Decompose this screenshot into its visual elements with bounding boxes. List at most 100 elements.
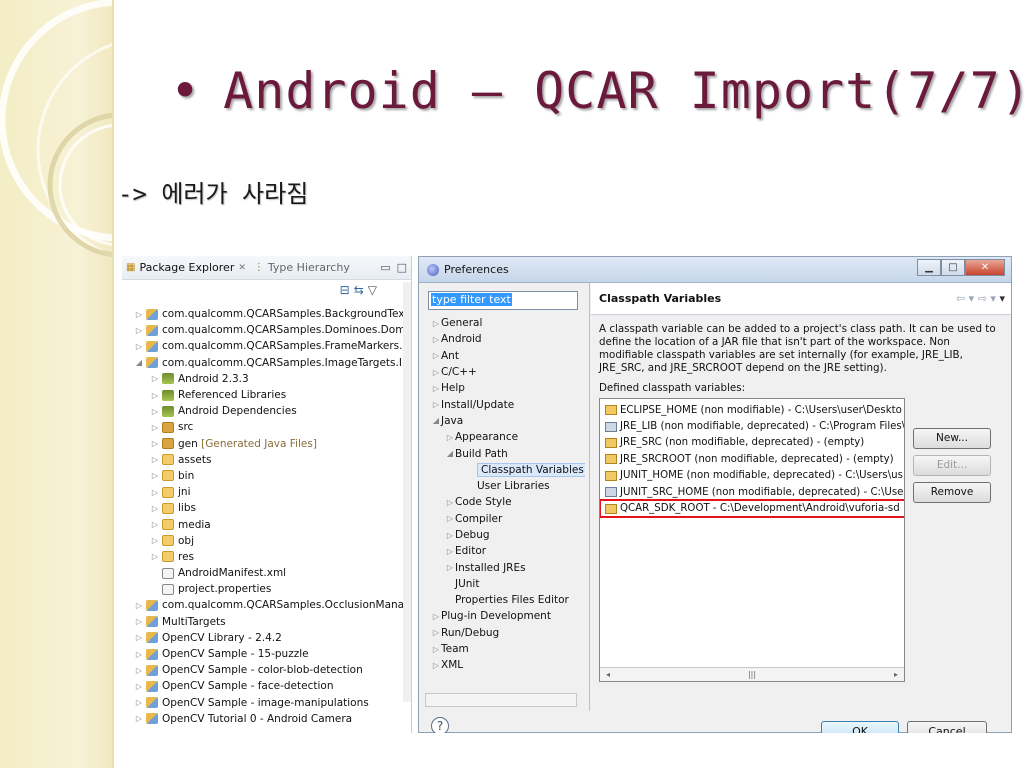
collapse-icon[interactable]: ◢ xyxy=(134,358,144,367)
minimize-icon[interactable]: ▭ xyxy=(380,261,390,274)
pane-divider[interactable] xyxy=(589,283,590,711)
maximize-icon[interactable]: □ xyxy=(397,261,407,274)
expand-icon[interactable]: ▷ xyxy=(445,514,455,523)
tree-item-java[interactable]: ◢ Java xyxy=(431,413,585,429)
tree-item-android[interactable]: ▷ Android xyxy=(431,331,585,347)
expand-icon[interactable]: ▷ xyxy=(431,319,441,328)
cancel-button[interactable]: Cancel xyxy=(907,721,987,733)
expand-icon[interactable]: ▷ xyxy=(431,351,441,360)
expand-icon[interactable]: ▷ xyxy=(431,612,441,621)
tree-item-debug[interactable]: ▷ Debug xyxy=(431,527,585,543)
vertical-scrollbar[interactable] xyxy=(403,282,411,702)
expand-icon[interactable]: ▷ xyxy=(134,682,144,691)
collapse-all-icon[interactable]: ⊟ xyxy=(340,283,350,297)
tree-item[interactable]: ▷ OpenCV Sample - face-detection xyxy=(122,678,404,694)
tree-item-classpath-variables[interactable]: Classpath Variables xyxy=(431,462,585,478)
expand-icon[interactable]: ▷ xyxy=(431,400,441,409)
expand-icon[interactable]: ▷ xyxy=(134,698,144,707)
tree-item-build-path[interactable]: ◢ Build Path xyxy=(431,445,585,461)
tree-item[interactable]: ▷ Android 2.3.3 xyxy=(122,371,404,387)
tree-item[interactable]: ▷ bin xyxy=(122,468,404,484)
filter-field[interactable]: type filter text xyxy=(428,291,578,310)
tree-item[interactable]: ▷ com.qualcomm.QCARSamples.FrameMarkers.F… xyxy=(122,338,404,354)
list-item-qcar-sdk-root[interactable]: QCAR_SDK_ROOT - C:\Development\Android\v… xyxy=(600,499,904,518)
ok-button[interactable]: OK xyxy=(821,721,899,733)
tree-item-junit[interactable]: JUnit xyxy=(431,576,585,592)
back-arrow-icon[interactable]: ⇦ ▾ xyxy=(956,292,974,305)
tree-item[interactable]: ▷ OpenCV Sample - image-manipulations xyxy=(122,695,404,711)
tree-item-general[interactable]: ▷ General xyxy=(431,315,585,331)
tree-item-run-debug[interactable]: ▷ Run/Debug xyxy=(431,625,585,641)
help-icon[interactable]: ? xyxy=(431,717,449,733)
expand-icon[interactable]: ▷ xyxy=(431,368,441,377)
tree-item[interactable]: ◢ com.qualcomm.QCARSamples.ImageTargets.I… xyxy=(122,355,404,371)
tree-item-plugin-dev[interactable]: ▷ Plug-in Development xyxy=(431,608,585,624)
expand-icon[interactable]: ▷ xyxy=(431,384,441,393)
tree-item[interactable]: ▷ media xyxy=(122,516,404,532)
expand-icon[interactable]: ▷ xyxy=(150,520,160,529)
collapse-icon[interactable]: ◢ xyxy=(445,449,455,458)
expand-icon[interactable]: ▷ xyxy=(150,374,160,383)
tree-item[interactable]: ▷ OpenCV Library - 2.4.2 xyxy=(122,630,404,646)
tree-item-installed-jres[interactable]: ▷ Installed JREs xyxy=(431,559,585,575)
forward-arrow-icon[interactable]: ⇨ ▾ xyxy=(978,292,996,305)
expand-icon[interactable]: ▷ xyxy=(150,488,160,497)
tree-item[interactable]: ▷ src xyxy=(122,419,404,435)
list-item[interactable]: JRE_SRCROOT (non modifiable, deprecated)… xyxy=(600,451,904,467)
tree-item-appearance[interactable]: ▷ Appearance xyxy=(431,429,585,445)
tree-item-xml[interactable]: ▷ XML xyxy=(431,657,585,673)
tree-item-compiler[interactable]: ▷ Compiler xyxy=(431,511,585,527)
tree-item[interactable]: ▷ gen [Generated Java Files] xyxy=(122,436,404,452)
list-item[interactable]: JRE_SRC (non modifiable, deprecated) - (… xyxy=(600,435,904,451)
tree-item[interactable]: ▷ com.qualcomm.QCARSamples.OcclusionManag… xyxy=(122,597,404,613)
tree-item[interactable]: ▷ res xyxy=(122,549,404,565)
expand-icon[interactable]: ▷ xyxy=(134,342,144,351)
tree-item-user-libraries[interactable]: User Libraries xyxy=(431,478,585,494)
remove-button[interactable]: Remove xyxy=(913,482,991,503)
list-item[interactable]: JRE_LIB (non modifiable, deprecated) - C… xyxy=(600,418,904,434)
tree-item[interactable]: ▷ Android Dependencies xyxy=(122,403,404,419)
expand-icon[interactable]: ▷ xyxy=(445,531,455,540)
filter-text[interactable]: type filter text xyxy=(431,293,512,306)
expand-icon[interactable]: ▷ xyxy=(431,661,441,670)
classpath-variables-list[interactable]: ECLIPSE_HOME (non modifiable) - C:\Users… xyxy=(599,398,905,682)
tree-item[interactable]: ▷ OpenCV Tutorial 0 - Android Camera xyxy=(122,711,404,727)
close-button[interactable]: ✕ xyxy=(965,259,1005,276)
tree-item-code-style[interactable]: ▷ Code Style xyxy=(431,494,585,510)
expand-icon[interactable]: ▷ xyxy=(431,645,441,654)
tree-item-editor[interactable]: ▷ Editor xyxy=(431,543,585,559)
expand-icon[interactable]: ▷ xyxy=(134,601,144,610)
minimize-button[interactable]: ▁ xyxy=(917,259,941,276)
expand-icon[interactable]: ▷ xyxy=(431,628,441,637)
expand-icon[interactable]: ▷ xyxy=(445,563,455,572)
expand-icon[interactable]: ▷ xyxy=(150,391,160,400)
tree-item-ant[interactable]: ▷ Ant xyxy=(431,348,585,364)
expand-icon[interactable]: ▷ xyxy=(150,455,160,464)
tree-item-team[interactable]: ▷ Team xyxy=(431,641,585,657)
tree-item-install[interactable]: ▷ Install/Update xyxy=(431,396,585,412)
scroll-thumb-icon[interactable]: ||| xyxy=(748,670,756,679)
tab-package-explorer[interactable]: ▦ Package Explorer ✕ xyxy=(126,261,254,274)
expand-icon[interactable]: ▷ xyxy=(150,407,160,416)
expand-icon[interactable]: ▷ xyxy=(134,714,144,723)
expand-icon[interactable]: ▷ xyxy=(134,326,144,335)
link-editor-icon[interactable]: ⇆ xyxy=(354,283,364,297)
maximize-button[interactable]: □ xyxy=(941,259,965,276)
tree-item[interactable]: ▷ MultiTargets xyxy=(122,614,404,630)
tree-item-cpp[interactable]: ▷ C/C++ xyxy=(431,364,585,380)
tree-item[interactable]: ▷ assets xyxy=(122,452,404,468)
expand-icon[interactable]: ▷ xyxy=(134,650,144,659)
horizontal-scrollbar[interactable]: ◂ ||| ▸ xyxy=(600,667,904,681)
tree-item[interactable]: ▷ libs xyxy=(122,500,404,516)
expand-icon[interactable]: ▷ xyxy=(134,633,144,642)
expand-icon[interactable]: ▷ xyxy=(134,617,144,626)
expand-icon[interactable]: ▷ xyxy=(150,471,160,480)
tree-item[interactable]: ▷ OpenCV Sample - 15-puzzle xyxy=(122,646,404,662)
expand-icon[interactable]: ▷ xyxy=(150,439,160,448)
edit-button[interactable]: Edit... xyxy=(913,455,991,476)
horizontal-scrollbar[interactable] xyxy=(425,693,577,707)
expand-icon[interactable]: ▷ xyxy=(445,498,455,507)
expand-icon[interactable]: ▷ xyxy=(431,335,441,344)
expand-icon[interactable]: ▷ xyxy=(445,547,455,556)
tab-type-hierarchy[interactable]: ⋮ Type Hierarchy xyxy=(254,261,358,274)
